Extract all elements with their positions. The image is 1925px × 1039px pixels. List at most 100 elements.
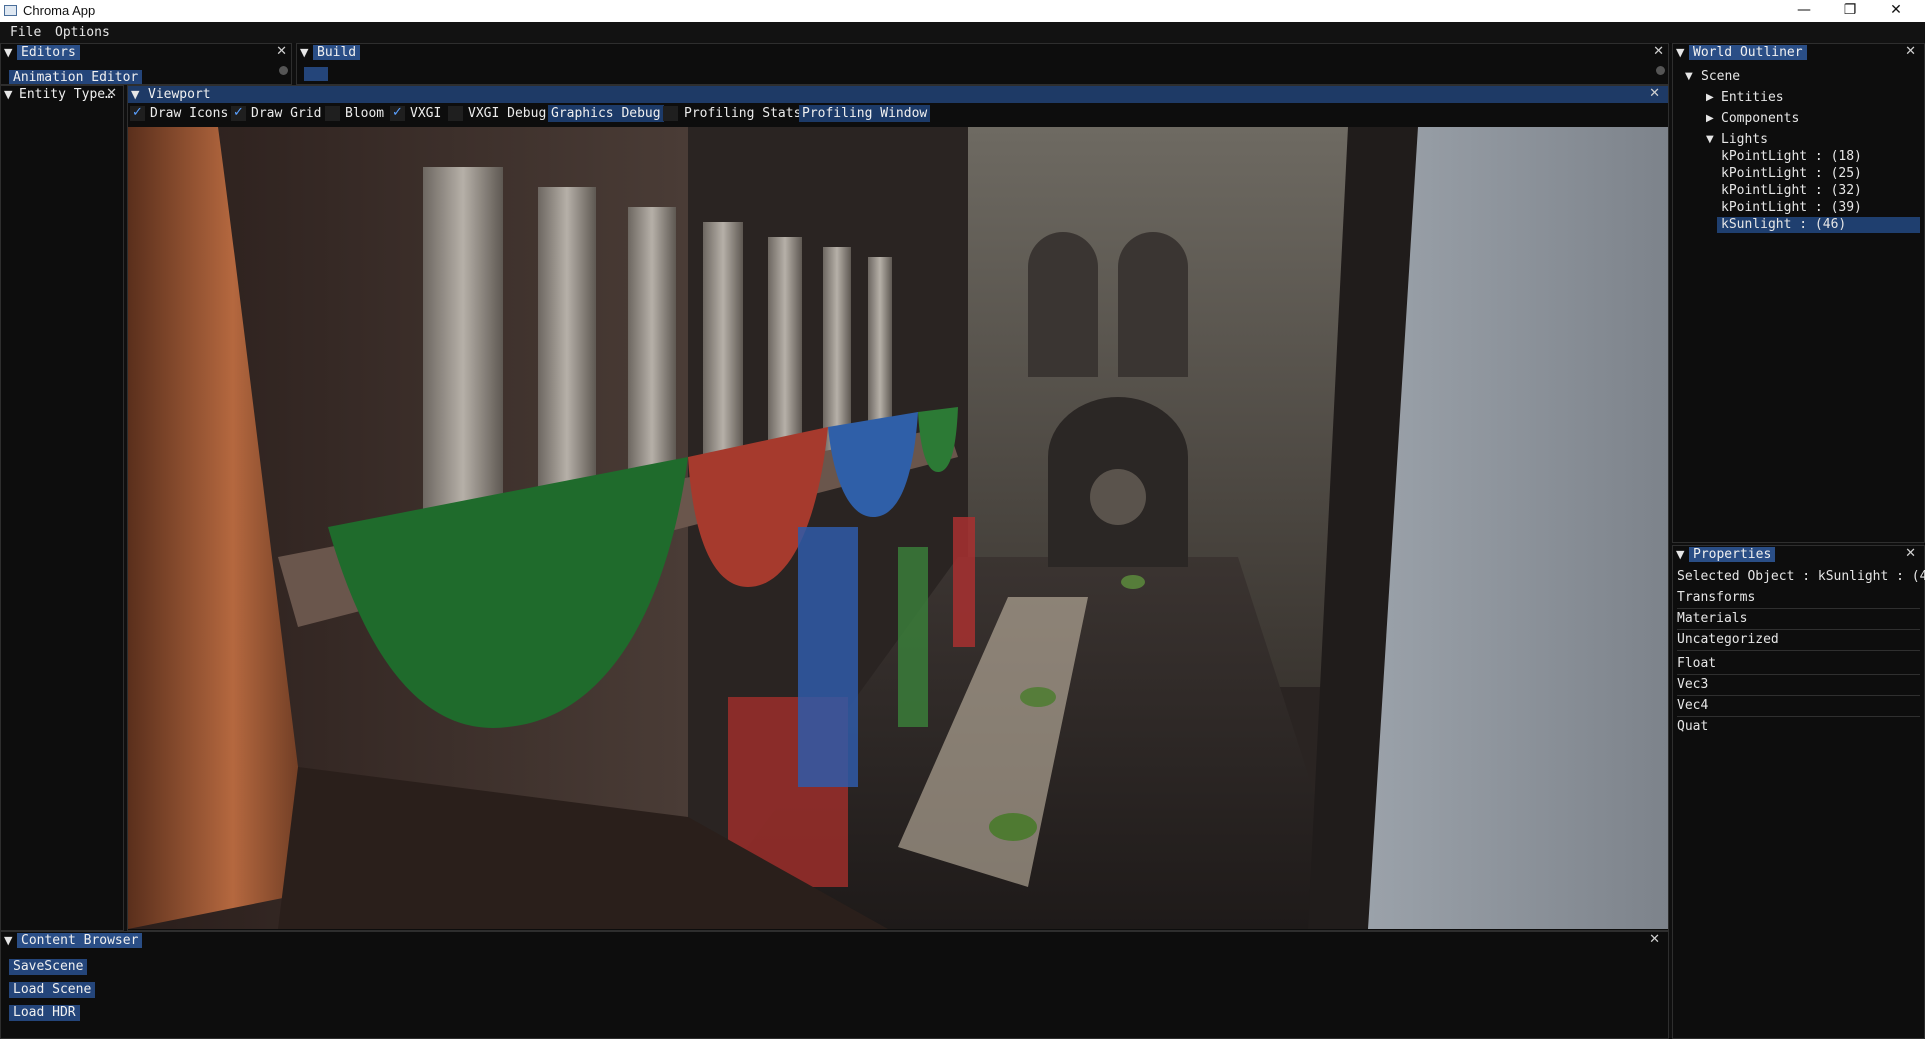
scrollbar-grab[interactable]: [1656, 66, 1665, 75]
vxgi-debug-checkbox[interactable]: [448, 106, 463, 121]
load-hdr-button[interactable]: Load HDR: [9, 1005, 80, 1021]
properties-header: ▼ Properties ✕: [1673, 546, 1924, 563]
light-item[interactable]: kPointLight : (25): [1673, 166, 1924, 182]
build-panel: ▼ Build ✕: [296, 43, 1669, 85]
viewport-panel-header: ▼ Viewport ✕: [128, 86, 1668, 103]
entity-types-panel-header: ▼ Entity Type… ✕: [1, 86, 123, 103]
light-item[interactable]: kPointLight : (32): [1673, 183, 1924, 199]
entity-types-tab[interactable]: Entity Type…: [17, 87, 115, 102]
tree-collapsed-icon: ▶: [1706, 92, 1714, 103]
animation-editor-button[interactable]: Animation Editor: [9, 70, 143, 84]
lion-relief: [1090, 469, 1146, 525]
scrollbar-grab[interactable]: [279, 66, 288, 75]
bloom-checkbox[interactable]: [325, 106, 340, 121]
light-item[interactable]: kPointLight : (18): [1673, 149, 1924, 165]
graphics-debug-button[interactable]: Graphics Debug: [548, 105, 664, 122]
collapse-icon[interactable]: ▼: [300, 46, 308, 59]
check-icon: ✓: [392, 105, 403, 120]
light-item[interactable]: kPointLight : (39): [1673, 200, 1924, 216]
world-outliner-tab[interactable]: World Outliner: [1689, 45, 1807, 60]
divider: [1677, 608, 1920, 609]
viewport-toolbar: ✓ Draw Icons ✓ Draw Grid Bloom ✓ VXGI VX…: [128, 105, 1668, 123]
plant: [989, 813, 1037, 841]
light-item-label: kSunlight : (46): [1721, 217, 1847, 232]
collapse-icon[interactable]: ▼: [4, 88, 12, 101]
vxgi-label: VXGI: [410, 106, 442, 121]
close-icon[interactable]: ✕: [1649, 86, 1660, 101]
profiling-window-button[interactable]: Profiling Window: [799, 105, 931, 122]
blue-banner: [798, 527, 858, 787]
green-banner: [898, 547, 928, 727]
save-scene-button[interactable]: SaveScene: [9, 959, 88, 975]
divider: [1677, 695, 1920, 696]
check-icon: ✓: [132, 105, 143, 120]
vxgi-checkbox[interactable]: ✓: [390, 105, 405, 121]
content-browser-tab[interactable]: Content Browser: [17, 933, 143, 948]
tree-label: Components: [1721, 111, 1800, 126]
collapse-icon[interactable]: ▼: [131, 88, 139, 101]
content-browser-panel: ▼ Content Browser ✕ SaveScene Load Scene…: [0, 931, 1669, 1039]
collapse-icon[interactable]: ▼: [4, 934, 12, 947]
tree-label: Scene: [1701, 69, 1741, 84]
tree-label: Entities: [1721, 90, 1784, 105]
tree-node-scene[interactable]: ▼ Scene: [1673, 69, 1924, 85]
type-quat[interactable]: Quat: [1677, 719, 1920, 735]
type-vec3[interactable]: Vec3: [1677, 677, 1920, 693]
build-button[interactable]: [304, 67, 328, 81]
light-item-label: kPointLight : (39): [1721, 200, 1862, 215]
menu-options[interactable]: Options: [55, 25, 110, 40]
maximize-icon[interactable]: ❐: [1827, 0, 1873, 22]
bloom-label: Bloom: [345, 106, 385, 121]
light-item-label: kPointLight : (25): [1721, 166, 1862, 181]
red-banner-far: [953, 517, 975, 647]
profiling-stats-label[interactable]: Profiling Stats: [684, 105, 801, 122]
build-tab[interactable]: Build: [313, 45, 361, 60]
close-icon[interactable]: ✕: [106, 86, 117, 101]
viewport-tab[interactable]: Viewport: [144, 87, 215, 102]
editors-panel-header: ▼ Editors ✕: [1, 44, 291, 61]
close-icon[interactable]: ✕: [1905, 44, 1916, 59]
load-scene-button[interactable]: Load Scene: [9, 982, 96, 998]
viewport-render[interactable]: [128, 127, 1668, 929]
type-float[interactable]: Float: [1677, 656, 1920, 672]
close-icon[interactable]: ✕: [1653, 44, 1664, 59]
divider: [1677, 716, 1920, 717]
window-title: Chroma App: [23, 3, 96, 18]
tree-node-lights[interactable]: ▼ Lights: [1673, 132, 1924, 148]
light-item-selected[interactable]: kSunlight : (46): [1717, 217, 1920, 233]
right-near-wall: [1368, 127, 1668, 929]
close-window-icon[interactable]: ✕: [1873, 0, 1919, 22]
plant: [1121, 575, 1145, 589]
profiling-stats-checkbox[interactable]: [663, 106, 678, 121]
light-item-label: kPointLight : (32): [1721, 183, 1862, 198]
minimize-icon[interactable]: —: [1781, 0, 1827, 22]
window-titlebar: Chroma App — ❐ ✕: [0, 0, 1925, 22]
draw-grid-checkbox[interactable]: ✓: [231, 105, 246, 121]
divider: [1677, 674, 1920, 675]
editors-tab[interactable]: Editors: [17, 45, 80, 60]
build-panel-header: ▼ Build ✕: [297, 44, 1668, 61]
plant: [1020, 687, 1056, 707]
close-icon[interactable]: ✕: [276, 44, 287, 59]
column: [423, 167, 503, 537]
tree-expanded-icon: ▼: [1685, 71, 1693, 82]
collapse-icon[interactable]: ▼: [4, 46, 12, 59]
check-icon: ✓: [233, 105, 244, 120]
draw-icons-checkbox[interactable]: ✓: [130, 105, 145, 121]
tree-node-components[interactable]: ▶ Components: [1673, 111, 1924, 127]
light-item-label: kPointLight : (18): [1721, 149, 1862, 164]
properties-tab[interactable]: Properties: [1689, 547, 1776, 562]
collapse-icon[interactable]: ▼: [1676, 548, 1684, 561]
editors-panel: ▼ Editors ✕ Animation Editor: [0, 43, 292, 85]
section-materials[interactable]: Materials: [1677, 611, 1920, 627]
column: [538, 187, 596, 507]
section-uncategorized[interactable]: Uncategorized: [1677, 632, 1920, 648]
app-icon: [4, 5, 17, 16]
close-icon[interactable]: ✕: [1649, 932, 1660, 947]
menu-file[interactable]: File: [10, 25, 41, 40]
close-icon[interactable]: ✕: [1905, 546, 1916, 561]
section-transforms[interactable]: Transforms: [1677, 590, 1920, 606]
tree-node-entities[interactable]: ▶ Entities: [1673, 90, 1924, 106]
collapse-icon[interactable]: ▼: [1676, 46, 1684, 59]
type-vec4[interactable]: Vec4: [1677, 698, 1920, 714]
